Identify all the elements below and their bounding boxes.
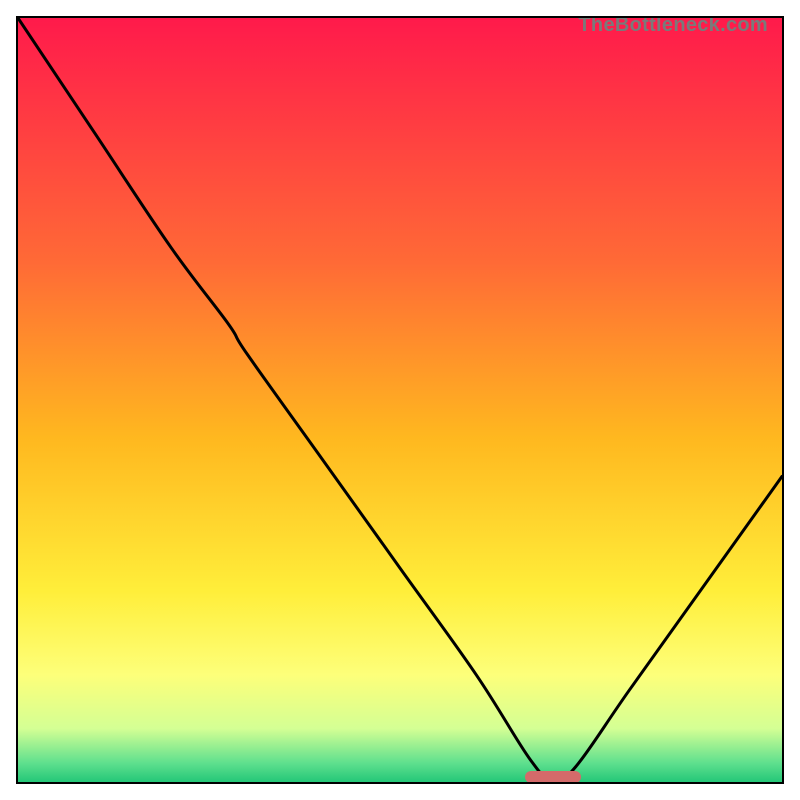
bottleneck-curve — [18, 18, 782, 782]
watermark-text: TheBottleneck.com — [578, 16, 768, 37]
optimal-region-marker — [525, 771, 581, 783]
chart-frame: TheBottleneck.com — [16, 16, 784, 784]
